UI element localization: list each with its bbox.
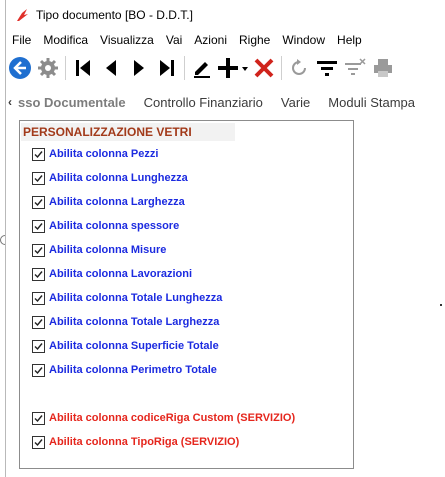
option-label: Abilita colonna Lavorazioni bbox=[49, 268, 193, 280]
checkmark-icon bbox=[34, 294, 43, 302]
last-record-icon bbox=[160, 60, 174, 76]
option-perimetro-totale[interactable]: Abilita colonna Perimetro Totale bbox=[32, 362, 217, 378]
title-bar: Tipo documento [BO - D.D.T.] bbox=[6, 0, 445, 30]
menu-visualizza[interactable]: Visualizza bbox=[94, 33, 160, 47]
tab-moduli-stampa[interactable]: Moduli Stampa bbox=[319, 95, 424, 110]
first-record-button[interactable] bbox=[69, 54, 97, 82]
add-button[interactable] bbox=[216, 54, 250, 82]
checkmark-icon bbox=[34, 198, 43, 206]
app-logo-icon bbox=[17, 9, 28, 21]
option-label: Abilita colonna Superficie Totale bbox=[49, 340, 219, 352]
checkmark-icon bbox=[34, 222, 43, 230]
filter-icon bbox=[317, 61, 337, 76]
option-label: Abilita colonna TipoRiga (SERVIZIO) bbox=[49, 436, 240, 448]
tab-controllo-finanziario[interactable]: Controllo Finanziario bbox=[135, 95, 272, 110]
window-title: Tipo documento [BO - D.D.T.] bbox=[36, 8, 193, 22]
back-circle-icon bbox=[9, 57, 31, 79]
option-pezzi[interactable]: Abilita colonna Pezzi bbox=[32, 146, 158, 162]
menu-righe[interactable]: Righe bbox=[233, 33, 276, 47]
menu-bar: File Modifica Visualizza Vai Azioni Righ… bbox=[6, 30, 445, 50]
option-label: Abilita colonna Totale Larghezza bbox=[49, 316, 220, 328]
option-label: Abilita colonna Totale Lunghezza bbox=[49, 292, 223, 304]
checkmark-icon bbox=[34, 270, 43, 278]
option-lavorazioni[interactable]: Abilita colonna Lavorazioni bbox=[32, 266, 192, 282]
toolbar-separator bbox=[65, 56, 66, 80]
menu-window[interactable]: Window bbox=[276, 33, 331, 47]
gear-icon bbox=[38, 58, 58, 78]
clear-filter-button[interactable] bbox=[341, 54, 369, 82]
option-spessore[interactable]: Abilita colonna spessore bbox=[32, 218, 179, 234]
next-record-button[interactable] bbox=[125, 54, 153, 82]
option-label: Abilita colonna spessore bbox=[49, 220, 180, 232]
option-tiporiga[interactable]: Abilita colonna TipoRiga (SERVIZIO) bbox=[32, 434, 239, 450]
settings-button[interactable] bbox=[34, 54, 62, 82]
checkmark-icon bbox=[34, 342, 43, 350]
clear-filter-icon bbox=[345, 58, 366, 75]
option-totale-lunghezza[interactable]: Abilita colonna Totale Lunghezza bbox=[32, 290, 222, 306]
filter-button[interactable] bbox=[313, 54, 341, 82]
tab-varie[interactable]: Varie bbox=[272, 95, 319, 110]
option-label: Abilita colonna codiceRiga Custom (SERVI… bbox=[49, 412, 296, 424]
checkbox[interactable] bbox=[32, 267, 45, 281]
group-title: PERSONALIZZAZIONE VETRI bbox=[21, 123, 235, 141]
toolbar-separator bbox=[184, 56, 185, 80]
stray-dot bbox=[440, 304, 442, 306]
checkmark-icon bbox=[34, 366, 43, 374]
previous-record-icon bbox=[106, 60, 116, 76]
previous-record-button[interactable] bbox=[97, 54, 125, 82]
option-label: Abilita colonna Lunghezza bbox=[49, 172, 188, 184]
menu-modifica[interactable]: Modifica bbox=[37, 33, 94, 47]
menu-file[interactable]: File bbox=[6, 33, 37, 47]
checkbox[interactable] bbox=[32, 435, 45, 449]
toolbar-separator bbox=[281, 56, 282, 80]
menu-help[interactable]: Help bbox=[331, 33, 368, 47]
checkmark-icon bbox=[34, 318, 43, 326]
document-type-window: Tipo documento [BO - D.D.T.] File Modifi… bbox=[5, 0, 445, 477]
delete-x-icon bbox=[254, 58, 274, 78]
checkbox[interactable] bbox=[32, 363, 45, 377]
checkmark-icon bbox=[34, 438, 43, 446]
checkbox[interactable] bbox=[32, 411, 45, 425]
option-label: Abilita colonna Pezzi bbox=[49, 148, 159, 160]
option-label: Abilita colonna Misure bbox=[49, 244, 167, 256]
checkbox[interactable] bbox=[32, 339, 45, 353]
tab-processo-documentale[interactable]: sso Documentale bbox=[12, 95, 135, 110]
checkbox[interactable] bbox=[32, 171, 45, 185]
checkmark-icon bbox=[34, 174, 43, 182]
add-plus-icon bbox=[218, 58, 248, 78]
edit-pencil-icon bbox=[194, 62, 210, 78]
checkbox[interactable] bbox=[32, 243, 45, 257]
print-button[interactable] bbox=[369, 54, 397, 82]
option-superficie-totale[interactable]: Abilita colonna Superficie Totale bbox=[32, 338, 219, 354]
last-record-button[interactable] bbox=[153, 54, 181, 82]
option-misure[interactable]: Abilita colonna Misure bbox=[32, 242, 166, 258]
next-record-icon bbox=[134, 60, 144, 76]
checkbox[interactable] bbox=[32, 195, 45, 209]
checkmark-icon bbox=[34, 150, 43, 158]
checkmark-icon bbox=[34, 414, 43, 422]
option-label: Abilita colonna Perimetro Totale bbox=[49, 364, 217, 376]
refresh-button[interactable] bbox=[285, 54, 313, 82]
print-icon bbox=[374, 59, 392, 77]
option-codiceriga-custom[interactable]: Abilita colonna codiceRiga Custom (SERVI… bbox=[32, 410, 295, 426]
tab-strip: ‹ sso Documentale Controllo Finanziario … bbox=[6, 90, 445, 114]
option-totale-larghezza[interactable]: Abilita colonna Totale Larghezza bbox=[32, 314, 219, 330]
first-record-icon bbox=[76, 60, 90, 76]
back-button[interactable] bbox=[6, 54, 34, 82]
delete-button[interactable] bbox=[250, 54, 278, 82]
menu-azioni[interactable]: Azioni bbox=[188, 33, 233, 47]
refresh-icon bbox=[292, 59, 306, 75]
toolbar bbox=[6, 51, 445, 85]
option-larghezza[interactable]: Abilita colonna Larghezza bbox=[32, 194, 185, 210]
checkbox[interactable] bbox=[32, 219, 45, 233]
menu-vai[interactable]: Vai bbox=[160, 33, 188, 47]
option-lunghezza[interactable]: Abilita colonna Lunghezza bbox=[32, 170, 188, 186]
checkbox[interactable] bbox=[32, 315, 45, 329]
edit-button[interactable] bbox=[188, 54, 216, 82]
checkbox[interactable] bbox=[32, 291, 45, 305]
personalizzazione-vetri-panel: PERSONALIZZAZIONE VETRI Abilita colonna … bbox=[19, 120, 354, 469]
checkbox[interactable] bbox=[32, 147, 45, 161]
checkmark-icon bbox=[34, 246, 43, 254]
option-label: Abilita colonna Larghezza bbox=[49, 196, 185, 208]
